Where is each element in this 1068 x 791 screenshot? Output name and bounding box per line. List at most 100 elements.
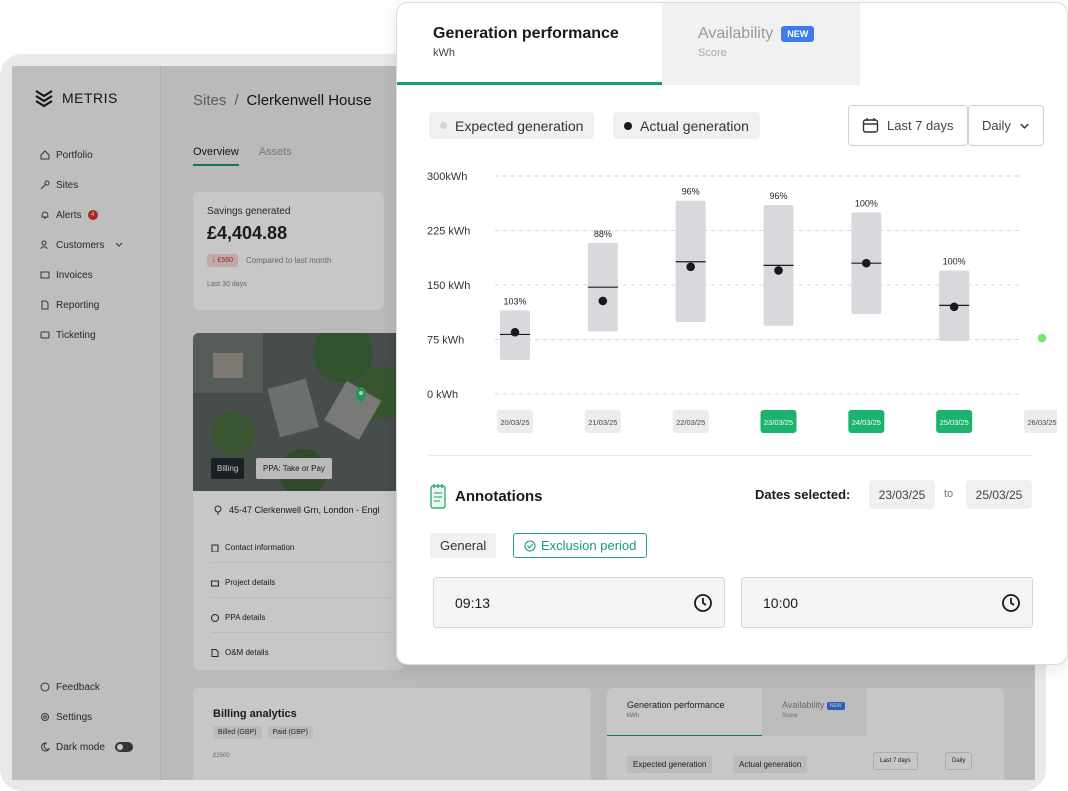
legend-swatch-expected: [440, 122, 447, 129]
date-range-label: Last 7 days: [887, 118, 954, 133]
legend-actual-generation[interactable]: Actual generation: [613, 112, 760, 139]
home-icon: [40, 150, 50, 160]
x-tick-label: 22/03/25: [676, 418, 705, 427]
calendar-icon: [862, 118, 879, 133]
sidebar-item-invoices[interactable]: Invoices: [40, 260, 124, 290]
breadcrumb-root[interactable]: Sites: [193, 92, 226, 109]
interval-select[interactable]: Daily: [968, 105, 1044, 146]
tab-subtitle: Score: [782, 713, 798, 719]
generation-card-small: Generation performance kWh Availability …: [607, 688, 1004, 780]
actual-point: [949, 302, 959, 312]
tab-generation-performance[interactable]: Generation performance kWh: [397, 3, 662, 85]
interval-label: Daily: [982, 118, 1011, 133]
gear-icon: [41, 713, 49, 721]
clock-icon[interactable]: [693, 593, 713, 613]
invoice-icon: [40, 271, 50, 279]
notepad-icon: [430, 484, 446, 509]
y-tick-label: 75 kWh: [427, 335, 464, 347]
legend-billed[interactable]: Billed (GBP): [213, 726, 262, 739]
sidebar-item-label: Alerts: [56, 209, 82, 221]
range-select-small[interactable]: Last 7 days: [873, 752, 918, 770]
sidebar-item-alerts[interactable]: Alerts 4: [40, 200, 124, 230]
actual-point: [686, 262, 695, 272]
x-tick-label: 23/03/25: [764, 418, 793, 427]
site-card: Billing PPA: Take or Pay 45-47 Clerkenwe…: [193, 333, 403, 670]
sidebar-item-label: Feedback: [56, 681, 100, 693]
ticket-icon: [40, 331, 50, 339]
detail-om-details[interactable]: O&M details: [211, 648, 391, 667]
y-tick-label: 150 kWh: [427, 280, 470, 292]
moon-icon: [41, 742, 50, 752]
exclusion-period-chip[interactable]: Exclusion period: [513, 533, 648, 558]
sidebar-item-settings[interactable]: Settings: [40, 702, 133, 732]
sidebar-item-sites[interactable]: Sites: [40, 170, 124, 200]
savings-label: Savings generated: [207, 206, 291, 217]
savings-period: Last 30 days: [207, 281, 247, 288]
date-to-separator: to: [944, 488, 954, 500]
site-address-text: 45-47 Clerkenwell Grn, London - Engl: [229, 505, 380, 515]
dates-selected-label: Dates selected:: [755, 487, 851, 502]
x-tick-label: 26/03/25: [1027, 418, 1056, 427]
date-range-select[interactable]: Last 7 days: [848, 105, 968, 146]
sidebar-item-label: Portfolio: [56, 149, 93, 161]
detail-ppa-details[interactable]: PPA details: [211, 613, 391, 633]
y-tick-label: 0 kWh: [427, 389, 458, 401]
legend-expected-generation[interactable]: Expected generation: [429, 112, 595, 139]
legend-expected-small[interactable]: Expected generation: [627, 756, 713, 773]
generation-panel: Generation performance kWh Availability …: [396, 2, 1068, 665]
tab-availability[interactable]: Availability NEW Score: [662, 3, 860, 85]
interval-select-small[interactable]: Daily: [945, 752, 973, 770]
tab-assets[interactable]: Assets: [259, 146, 292, 166]
detail-project-details[interactable]: Project details: [211, 578, 391, 598]
actual-point: [774, 266, 783, 275]
chevron-down-icon: [116, 242, 123, 247]
actual-point: [598, 296, 608, 306]
data-label: 88%: [594, 229, 612, 239]
new-badge: NEW: [826, 701, 845, 710]
date-from-field[interactable]: 23/03/25: [869, 480, 935, 509]
detail-label: O&M details: [225, 648, 269, 657]
tab-title: Availability: [782, 700, 825, 710]
sidebar-item-label: Customers: [56, 239, 105, 251]
y-tick-label: 225 kWh: [427, 226, 470, 238]
sidebar-item-reporting[interactable]: Reporting: [40, 290, 124, 320]
document-icon: [211, 648, 219, 657]
general-chip[interactable]: General: [430, 533, 497, 558]
metris-logo-icon: [35, 90, 53, 108]
alerts-count-badge: 4: [87, 210, 98, 220]
legend-actual-small[interactable]: Actual generation: [733, 756, 808, 773]
end-time-value: 10:00: [763, 594, 799, 611]
generation-chart: 300kWh 225 kWh 150 kWh 75 kWh 0 kWh 103% 20/03…: [427, 171, 1057, 433]
exclusion-period-label: Exclusion period: [541, 538, 637, 553]
end-time-input[interactable]: 10:00: [741, 577, 1033, 628]
location-pin-icon: [214, 505, 222, 515]
actual-point: [862, 258, 871, 268]
start-time-value: 09:13: [455, 594, 491, 611]
logo[interactable]: METRIS: [34, 88, 118, 108]
detail-contact-information[interactable]: Contact information: [211, 543, 391, 563]
tab-availability-small[interactable]: Availability NEW Score: [762, 688, 867, 736]
sidebar-nav: Portfolio Sites Alerts 4 Customers Invoi…: [40, 140, 124, 350]
billing-y-top-label: £2500: [213, 753, 230, 759]
sidebar-item-portfolio[interactable]: Portfolio: [40, 140, 124, 170]
start-time-input[interactable]: 09:13: [433, 577, 725, 628]
legend-paid[interactable]: Paid (GBP): [267, 726, 313, 739]
date-to-field[interactable]: 25/03/25: [966, 480, 1032, 509]
tab-generation-performance-small[interactable]: Generation performance kWh: [607, 688, 762, 736]
tag-billing: Billing: [211, 458, 245, 479]
document-icon: [41, 300, 49, 310]
tab-overview[interactable]: Overview: [193, 146, 239, 166]
y-tick-label: 300kWh: [427, 171, 467, 183]
page-title: Clerkenwell House: [246, 92, 372, 109]
sidebar-item-label: Invoices: [56, 269, 93, 281]
subtabs: Overview Assets: [193, 146, 292, 166]
clock-icon[interactable]: [1001, 593, 1021, 613]
sidebar-item-ticketing[interactable]: Ticketing: [40, 320, 124, 350]
dark-mode-toggle[interactable]: [114, 742, 133, 752]
tab-title: Generation performance: [433, 25, 619, 42]
clipboard-icon: [211, 544, 219, 552]
sidebar-item-feedback[interactable]: Feedback: [40, 672, 133, 702]
sidebar-item-customers[interactable]: Customers: [40, 230, 124, 260]
x-tick-label: 24/03/25: [852, 418, 881, 427]
sidebar-item-label: Dark mode: [56, 741, 105, 753]
